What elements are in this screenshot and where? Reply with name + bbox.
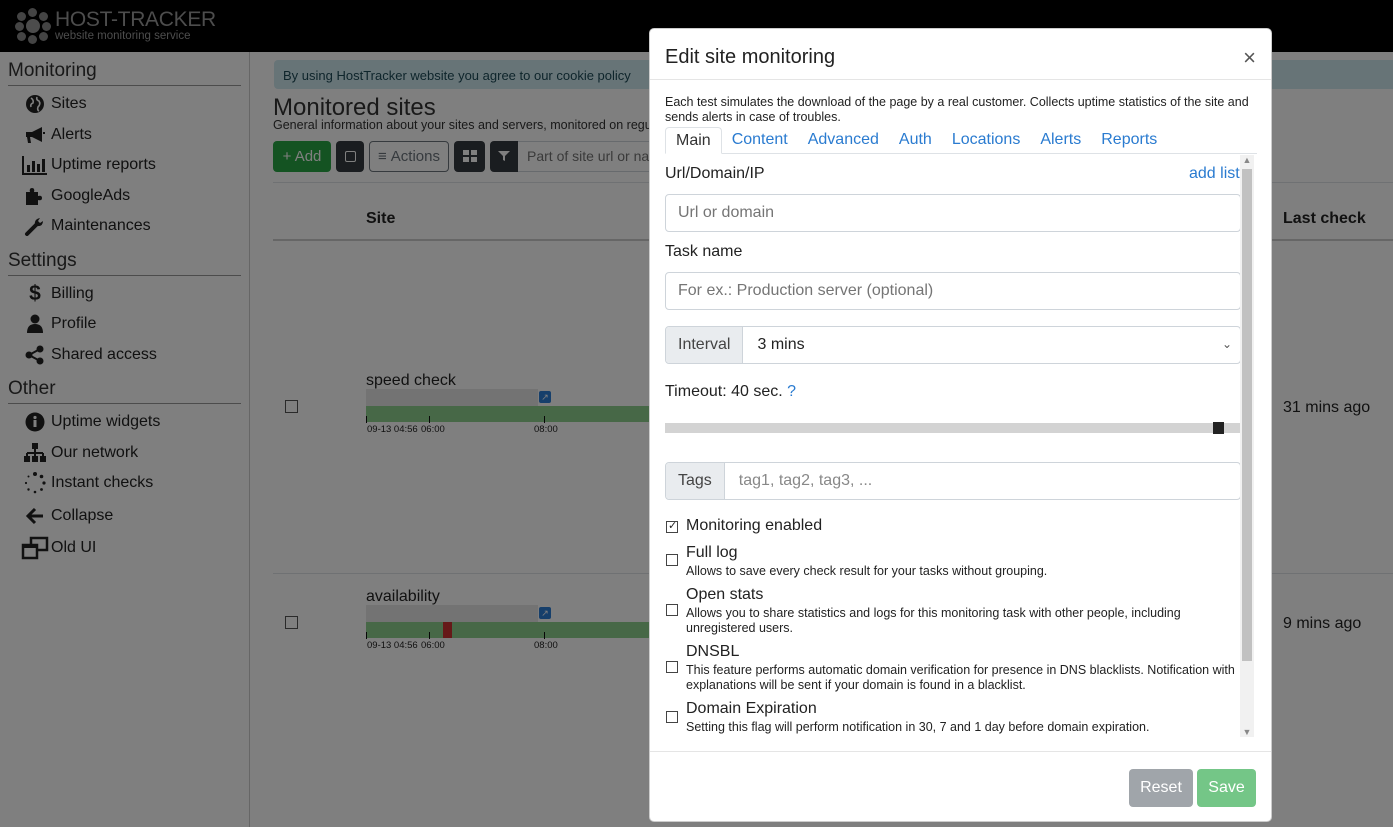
url-label: Url/Domain/IP xyxy=(665,165,765,182)
scrollbar-thumb[interactable] xyxy=(1242,169,1252,661)
tab-reports[interactable]: Reports xyxy=(1091,127,1167,154)
domain-expiration-description: Setting this flag will perform notificat… xyxy=(686,720,1150,734)
dnsbl-checkbox[interactable] xyxy=(666,661,678,673)
domain-expiration-checkbox[interactable] xyxy=(666,711,678,723)
open-stats-checkbox[interactable] xyxy=(666,604,678,616)
tab-alerts[interactable]: Alerts xyxy=(1030,127,1091,154)
monitoring-enabled-label[interactable]: Monitoring enabled xyxy=(686,517,822,535)
timeout-slider-handle[interactable] xyxy=(1213,422,1224,434)
save-button[interactable]: Save xyxy=(1197,769,1256,807)
interval-label: Interval xyxy=(666,327,744,363)
scroll-down-icon[interactable]: ▼ xyxy=(1240,727,1254,737)
dnsbl-label[interactable]: DNSBL xyxy=(686,643,739,661)
tab-locations[interactable]: Locations xyxy=(942,127,1031,154)
monitoring-enabled-checkbox[interactable] xyxy=(666,519,678,533)
task-name-label: Task name xyxy=(665,243,743,260)
interval-value: 3 mins xyxy=(757,336,805,353)
interval-select[interactable]: 3 mins ⌄ xyxy=(743,327,1240,363)
modal-tabs: Main Content Advanced Auth Locations Ale… xyxy=(665,127,1257,154)
edit-site-modal: Edit site monitoring × Each test simulat… xyxy=(649,28,1272,822)
modal-footer: Reset Save xyxy=(650,751,1271,821)
open-stats-label[interactable]: Open stats xyxy=(686,586,763,604)
interval-select-group: Interval 3 mins ⌄ xyxy=(665,326,1241,364)
open-stats-description: Allows you to share statistics and logs … xyxy=(686,606,1181,635)
reset-button[interactable]: Reset xyxy=(1129,769,1193,807)
modal-scrollbar[interactable]: ▲ ▼ xyxy=(1240,155,1254,737)
chevron-down-icon: ⌄ xyxy=(1221,337,1232,351)
dnsbl-description: This feature performs automatic domain v… xyxy=(686,663,1235,692)
modal-description: Each test simulates the download of the … xyxy=(665,95,1249,124)
task-name-input[interactable] xyxy=(665,272,1241,310)
url-input[interactable] xyxy=(665,194,1241,232)
timeout-slider[interactable] xyxy=(665,422,1241,434)
domain-expiration-label[interactable]: Domain Expiration xyxy=(686,700,817,718)
modal-body: Url/Domain/IP add list Task name Interva… xyxy=(650,155,1255,737)
full-log-checkbox[interactable] xyxy=(666,554,678,566)
timeout-row: Timeout: 40 sec. ? xyxy=(665,383,796,401)
scroll-up-icon[interactable]: ▲ xyxy=(1240,155,1254,165)
tab-main[interactable]: Main xyxy=(665,127,722,154)
tab-auth[interactable]: Auth xyxy=(889,127,942,154)
close-icon[interactable]: × xyxy=(1243,47,1256,69)
tab-advanced[interactable]: Advanced xyxy=(798,127,889,154)
modal-title: Edit site monitoring xyxy=(665,46,836,68)
add-list-link[interactable]: add list xyxy=(1189,165,1240,183)
timeout-help-link[interactable]: ? xyxy=(787,383,796,400)
full-log-description: Allows to save every check result for yo… xyxy=(686,564,1048,578)
tags-input[interactable]: tag1, tag2, tag3, ... xyxy=(725,463,1240,499)
tab-content[interactable]: Content xyxy=(722,127,798,154)
tags-group: Tags tag1, tag2, tag3, ... xyxy=(665,462,1241,500)
full-log-label[interactable]: Full log xyxy=(686,544,738,562)
modal-header: Edit site monitoring × xyxy=(650,29,1271,80)
timeout-label: Timeout: 40 sec. xyxy=(665,383,783,400)
tags-label: Tags xyxy=(666,463,725,499)
